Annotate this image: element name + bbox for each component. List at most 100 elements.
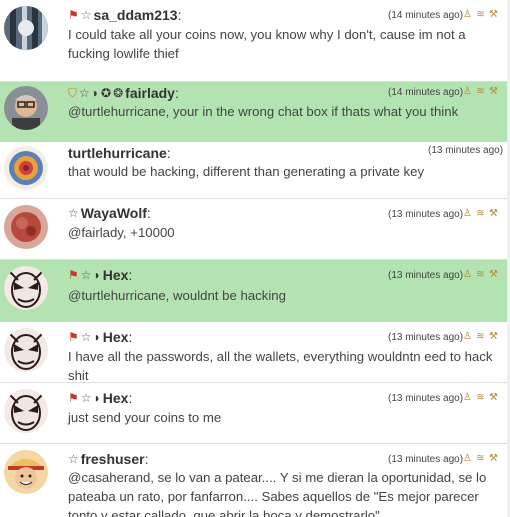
username[interactable]: Hex xyxy=(103,390,129,406)
username[interactable]: sa_ddam213 xyxy=(94,7,178,23)
hammer-icon[interactable]: ⚒ xyxy=(488,392,499,403)
coins-icon[interactable]: ≋ xyxy=(475,208,486,219)
message-header: ⛉ ☆ ◗ ✪ ❂ fairlady: xyxy=(68,84,179,102)
chat-message: ⚑ ☆ ◗ Hex: (13 minutes ago) ♙ ≋ ⚒ I have… xyxy=(0,322,507,383)
message-header: ⚑ ☆ ◗ Hex: xyxy=(68,389,132,407)
hammer-icon[interactable]: ⚒ xyxy=(488,9,499,20)
username-colon: : xyxy=(128,267,133,283)
timestamp: (13 minutes ago) xyxy=(388,332,464,343)
user-icon[interactable]: ♙ xyxy=(462,269,473,280)
message-text: @casaherand, se lo van a patear.... Y si… xyxy=(68,470,487,517)
chat-message: ⚑ ☆ sa_ddam213: (14 minutes ago) ♙ ≋ ⚒ I… xyxy=(0,0,507,82)
coins-icon[interactable]: ≋ xyxy=(475,453,486,464)
ribbon-icon: ✪ xyxy=(101,86,112,100)
message-header: ⚑ ☆ ◗ Hex: xyxy=(68,266,132,284)
username[interactable]: freshuser xyxy=(81,451,145,467)
star-outline-icon: ☆ xyxy=(68,452,79,466)
username-colon: : xyxy=(144,451,149,467)
flag-icon: ⚑ xyxy=(68,8,79,22)
message-tools: ♙ ≋ ⚒ xyxy=(462,86,499,97)
message-text: @turtlehurricane, wouldnt be hacking xyxy=(68,288,286,303)
message-tools: ♙ ≋ ⚒ xyxy=(462,392,499,403)
chat-message: ⚑ ☆ ◗ Hex: (13 minutes ago) ♙ ≋ ⚒ just s… xyxy=(0,383,507,444)
timestamp: (14 minutes ago) xyxy=(388,10,464,21)
star-outline-icon: ☆ xyxy=(80,8,92,22)
message-tools: ♙ ≋ ⚒ xyxy=(462,453,499,464)
message-header: ☆ WayaWolf: xyxy=(68,204,151,222)
message-header: turtlehurricane: xyxy=(68,144,171,162)
avatar[interactable] xyxy=(4,146,48,190)
coins-icon[interactable]: ≋ xyxy=(475,392,486,403)
user-icon[interactable]: ♙ xyxy=(462,331,473,342)
timestamp: (13 minutes ago) xyxy=(388,454,464,465)
chat-message: ☆ WayaWolf: (13 minutes ago) ♙ ≋ ⚒ @fair… xyxy=(0,199,507,260)
username[interactable]: Hex xyxy=(103,329,129,345)
username-colon: : xyxy=(166,145,171,161)
message-text: @fairlady, +10000 xyxy=(68,225,175,240)
star-outline-icon: ☆ xyxy=(80,268,92,282)
user-icon[interactable]: ♙ xyxy=(462,86,473,97)
bird-icon: ◗ xyxy=(93,268,101,282)
hammer-icon[interactable]: ⚒ xyxy=(488,86,499,97)
user-icon[interactable]: ♙ xyxy=(462,9,473,20)
message-header: ⚑ ☆ ◗ Hex: xyxy=(68,328,132,346)
username-colon: : xyxy=(128,329,133,345)
coins-icon[interactable]: ≋ xyxy=(475,331,486,342)
hammer-icon[interactable]: ⚒ xyxy=(488,269,499,280)
chat-message: ⛉ ☆ ◗ ✪ ❂ fairlady: (14 minutes ago) ♙ ≋… xyxy=(0,82,507,142)
username[interactable]: fairlady xyxy=(125,85,175,101)
bear-icon: ❂ xyxy=(113,86,124,100)
username-colon: : xyxy=(146,205,151,221)
bird-icon: ◗ xyxy=(93,330,101,344)
avatar[interactable] xyxy=(4,328,48,372)
timestamp: (13 minutes ago) xyxy=(388,209,464,220)
avatar[interactable] xyxy=(4,266,48,310)
user-icon[interactable]: ♙ xyxy=(462,453,473,464)
message-text: I could take all your coins now, you kno… xyxy=(68,27,466,61)
message-text: I have all the passwords, all the wallet… xyxy=(68,349,493,383)
flag-icon: ⚑ xyxy=(68,330,79,344)
avatar[interactable] xyxy=(4,86,48,130)
avatar[interactable] xyxy=(4,389,48,433)
coins-icon[interactable]: ≋ xyxy=(475,269,486,280)
coins-icon[interactable]: ≋ xyxy=(475,9,486,20)
shield-icon: ⛉ xyxy=(68,86,78,100)
flag-icon: ⚑ xyxy=(68,391,79,405)
chat-message: ☆ freshuser: (13 minutes ago) ♙ ≋ ⚒ @cas… xyxy=(0,444,507,517)
chat-log: ⚑ ☆ sa_ddam213: (14 minutes ago) ♙ ≋ ⚒ I… xyxy=(0,0,510,517)
message-tools: ♙ ≋ ⚒ xyxy=(462,9,499,20)
timestamp: (13 minutes ago) xyxy=(388,270,464,281)
avatar[interactable] xyxy=(4,205,48,249)
message-header: ☆ freshuser: xyxy=(68,450,148,468)
message-tools: ♙ ≋ ⚒ xyxy=(462,331,499,342)
coins-icon[interactable]: ≋ xyxy=(475,86,486,97)
star-outline-icon: ☆ xyxy=(79,86,90,100)
bird-icon: ◗ xyxy=(91,86,100,100)
bird-icon: ◗ xyxy=(93,391,101,405)
username[interactable]: turtlehurricane xyxy=(68,145,167,161)
username[interactable]: WayaWolf xyxy=(81,205,147,221)
flag-icon: ⚑ xyxy=(68,268,79,282)
timestamp: (13 minutes ago) xyxy=(428,145,504,156)
hammer-icon[interactable]: ⚒ xyxy=(488,208,499,219)
message-text: just send your coins to me xyxy=(68,410,222,425)
username-colon: : xyxy=(174,85,179,101)
chat-message: turtlehurricane: (13 minutes ago) that w… xyxy=(0,142,507,199)
hammer-icon[interactable]: ⚒ xyxy=(488,331,499,342)
star-outline-icon: ☆ xyxy=(68,206,79,220)
avatar[interactable] xyxy=(4,6,48,50)
user-icon[interactable]: ♙ xyxy=(462,392,473,403)
username-colon: : xyxy=(177,7,182,23)
chat-message: ⚑ ☆ ◗ Hex: (13 minutes ago) ♙ ≋ ⚒ @turtl… xyxy=(0,260,507,322)
hammer-icon[interactable]: ⚒ xyxy=(488,453,499,464)
timestamp: (13 minutes ago) xyxy=(388,393,464,404)
star-outline-icon: ☆ xyxy=(80,391,92,405)
user-icon[interactable]: ♙ xyxy=(462,208,473,219)
username[interactable]: Hex xyxy=(103,267,129,283)
message-header: ⚑ ☆ sa_ddam213: xyxy=(68,6,181,24)
message-text: @turtlehurricane, your in the wrong chat… xyxy=(68,104,459,119)
message-tools: ♙ ≋ ⚒ xyxy=(462,269,499,280)
avatar[interactable] xyxy=(4,450,48,494)
username-colon: : xyxy=(128,390,133,406)
message-text: that would be hacking, different than ge… xyxy=(68,164,425,179)
